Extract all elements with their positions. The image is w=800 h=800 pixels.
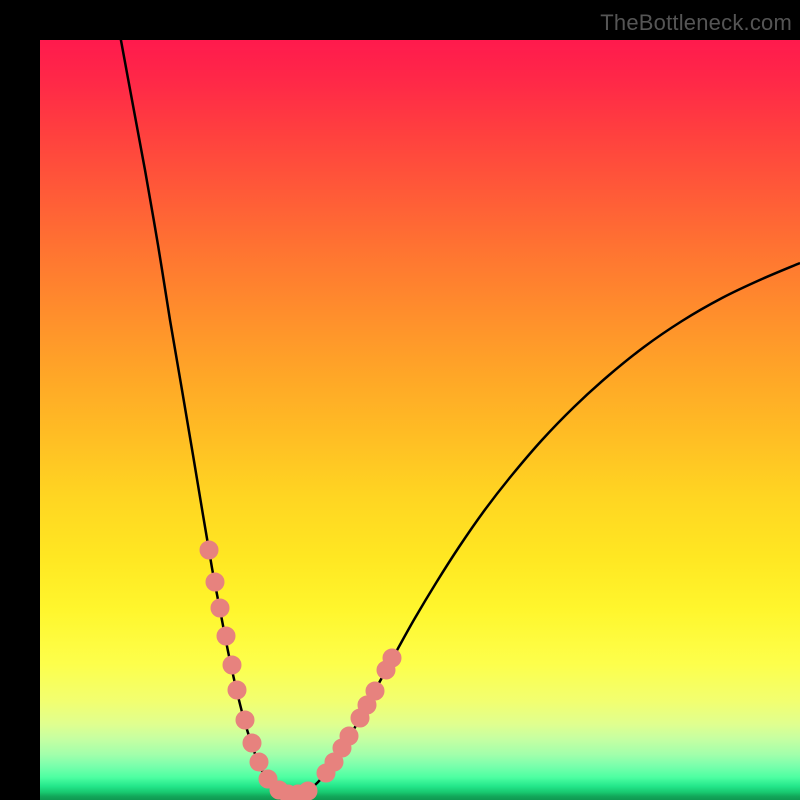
data-marker <box>223 656 241 674</box>
data-marker <box>243 734 261 752</box>
data-marker <box>299 782 317 800</box>
data-marker <box>206 573 224 591</box>
watermark-text: TheBottleneck.com <box>600 10 792 36</box>
data-marker <box>366 682 384 700</box>
data-marker <box>217 627 235 645</box>
bottleneck-curve <box>120 40 800 795</box>
data-marker <box>340 727 358 745</box>
data-marker <box>236 711 254 729</box>
chart-svg <box>40 40 800 800</box>
data-marker <box>383 649 401 667</box>
plot-gradient-background <box>40 40 800 800</box>
data-marker <box>250 753 268 771</box>
markers-group <box>200 541 401 800</box>
data-marker <box>211 599 229 617</box>
chart-frame: TheBottleneck.com <box>0 0 800 800</box>
data-marker <box>228 681 246 699</box>
data-marker <box>200 541 218 559</box>
